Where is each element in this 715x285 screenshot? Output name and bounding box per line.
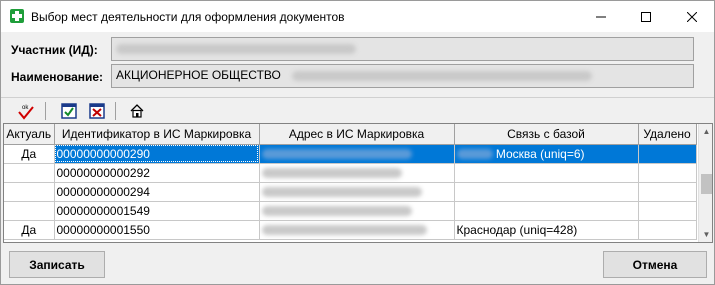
cell-link[interactable] xyxy=(454,163,639,183)
cell-link[interactable] xyxy=(454,201,639,221)
cancel-button[interactable]: Отмена xyxy=(603,251,707,278)
home-button[interactable] xyxy=(127,101,147,121)
redacted-name xyxy=(292,70,593,81)
close-button[interactable] xyxy=(669,1,714,32)
cell-address[interactable] xyxy=(259,144,455,164)
redacted-address xyxy=(261,206,412,217)
scroll-thumb[interactable] xyxy=(701,174,712,194)
window-title: Выбор мест деятельности для оформления д… xyxy=(31,10,345,24)
deselect-all-button[interactable] xyxy=(87,101,107,121)
column-header-address[interactable]: Адрес в ИС Маркировка xyxy=(259,124,455,145)
scroll-down-arrow-icon[interactable]: ▼ xyxy=(699,227,712,242)
scroll-up-arrow-icon[interactable]: ▲ xyxy=(699,124,712,139)
table-row[interactable]: 00000000000292 xyxy=(4,163,697,183)
cell-id[interactable]: 00000000000290 xyxy=(54,144,260,164)
cell-actual[interactable]: Да xyxy=(4,144,55,164)
vertical-scrollbar[interactable]: ▲ ▼ xyxy=(698,124,712,242)
minimize-icon xyxy=(595,16,606,17)
cell-deleted[interactable] xyxy=(638,220,697,240)
app-cross-icon xyxy=(10,9,24,23)
cell-link[interactable] xyxy=(454,182,639,202)
svg-text:ok: ok xyxy=(22,105,29,111)
column-header-id[interactable]: Идентификатор в ИС Маркировка xyxy=(54,124,260,145)
select-all-button[interactable] xyxy=(59,101,79,121)
cell-id[interactable]: 00000000000292 xyxy=(54,163,260,183)
grid-header-row: Актуаль Идентификатор в ИС Маркировка Ад… xyxy=(4,124,697,145)
name-label: Наименование: xyxy=(11,70,104,84)
column-header-link[interactable]: Связь с базой xyxy=(454,124,639,145)
places-grid[interactable]: Актуаль Идентификатор в ИС Маркировка Ад… xyxy=(3,123,713,243)
cell-link[interactable]: Москва (uniq=6) xyxy=(454,144,639,164)
cell-link[interactable]: Краснодар (uniq=428) xyxy=(454,220,639,240)
participant-field xyxy=(111,37,694,61)
places-table: Актуаль Идентификатор в ИС Маркировка Ад… xyxy=(4,124,697,240)
maximize-button[interactable] xyxy=(623,1,668,32)
name-value: АКЦИОНЕРНОЕ ОБЩЕСТВО xyxy=(116,68,281,82)
redacted-address xyxy=(261,149,412,160)
redacted-link-prefix xyxy=(456,149,493,160)
cell-actual[interactable]: Да xyxy=(4,220,55,240)
select-all-icon xyxy=(61,103,77,119)
cell-actual[interactable] xyxy=(4,182,55,202)
redacted-address xyxy=(261,187,422,198)
redacted-participant xyxy=(116,43,356,54)
title-bar: Выбор мест деятельности для оформления д… xyxy=(1,1,714,32)
cell-address[interactable] xyxy=(259,163,455,183)
table-row[interactable]: Да 00000000000290 Москва (uniq=6) xyxy=(4,144,697,164)
cell-deleted[interactable] xyxy=(638,201,697,221)
column-header-actual[interactable]: Актуаль xyxy=(4,124,55,145)
cell-id[interactable]: 00000000000294 xyxy=(54,182,260,202)
cell-address[interactable] xyxy=(259,182,455,202)
deselect-all-icon xyxy=(89,103,105,119)
toolbar-separator xyxy=(115,102,116,120)
toolbar-separator xyxy=(45,102,46,120)
cell-deleted[interactable] xyxy=(638,163,697,183)
dialog-window: Выбор мест деятельности для оформления д… xyxy=(0,0,715,285)
cell-deleted[interactable] xyxy=(638,182,697,202)
participant-label: Участник (ИД): xyxy=(11,43,98,57)
cell-address[interactable] xyxy=(259,220,455,240)
toolbar: ok xyxy=(1,97,714,123)
table-row[interactable]: 00000000000294 xyxy=(4,182,697,202)
column-header-deleted[interactable]: Удалено xyxy=(638,124,697,145)
redacted-address xyxy=(261,168,402,179)
close-icon xyxy=(686,11,697,22)
home-icon xyxy=(130,104,144,118)
name-field: АКЦИОНЕРНОЕ ОБЩЕСТВО xyxy=(111,64,694,88)
cell-deleted[interactable] xyxy=(638,144,697,164)
minimize-button[interactable] xyxy=(578,1,623,32)
cell-address[interactable] xyxy=(259,201,455,221)
cell-id[interactable]: 00000000001550 xyxy=(54,220,260,240)
maximize-icon xyxy=(640,11,651,22)
table-row[interactable]: 00000000001549 xyxy=(4,201,697,221)
redacted-address xyxy=(261,225,427,236)
table-row[interactable]: Да 00000000001550 Краснодар (uniq=428) xyxy=(4,220,697,240)
save-button[interactable]: Записать xyxy=(9,251,105,278)
check-ok-icon: ok xyxy=(18,105,34,120)
check-ok-button[interactable]: ok xyxy=(16,101,36,121)
cell-actual[interactable] xyxy=(4,163,55,183)
link-value: Москва (uniq=6) xyxy=(495,146,585,161)
cell-actual[interactable] xyxy=(4,201,55,221)
cell-id[interactable]: 00000000001549 xyxy=(54,201,260,221)
